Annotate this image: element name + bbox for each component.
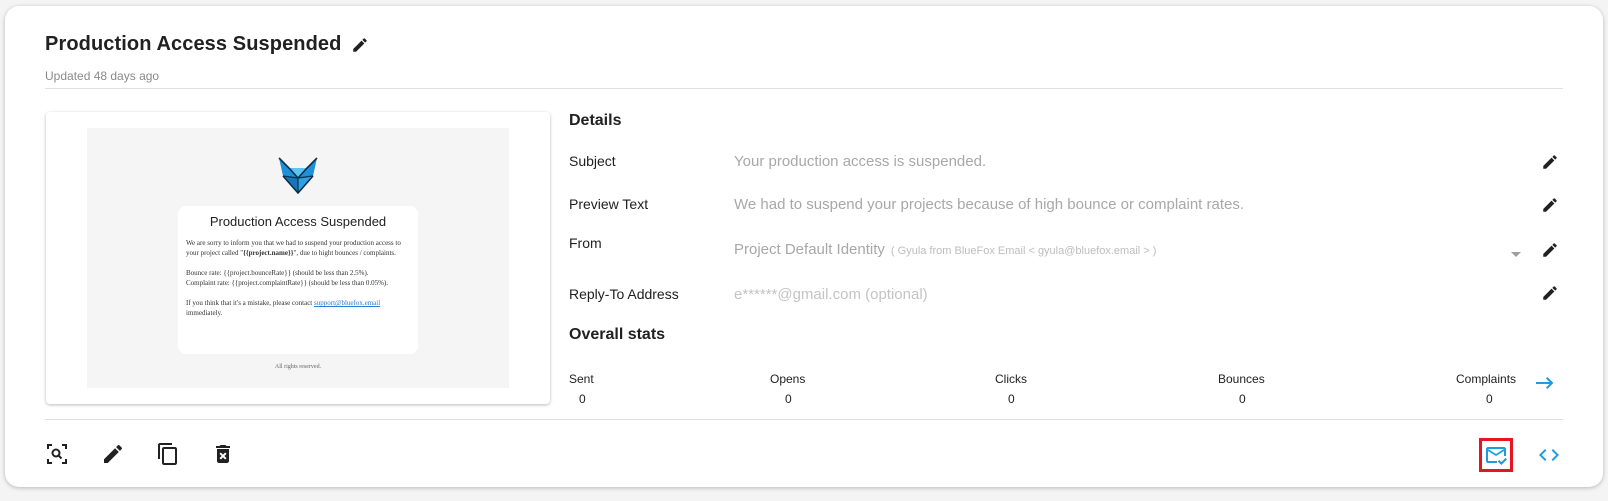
email-complaint-rate: Complaint rate: {{project.complaintRate}…	[186, 279, 389, 287]
edit-template-icon[interactable]	[101, 442, 125, 466]
stat-clicks-value: 0	[1008, 392, 1015, 406]
subject-label: Subject	[569, 153, 616, 169]
reply-to-input[interactable]: e******@gmail.com (optional)	[734, 286, 928, 303]
pencil-icon[interactable]	[351, 36, 369, 54]
stats-heading: Overall stats	[569, 326, 666, 343]
email-project-name: {{project.name}}	[243, 249, 294, 257]
preview-text-value[interactable]: We had to suspend your projects because …	[734, 196, 1244, 213]
stat-clicks-label: Clicks	[995, 372, 1027, 386]
mail-check-icon	[1486, 447, 1507, 465]
send-test-email-button[interactable]	[1479, 438, 1513, 472]
email-preview: Production Access Suspended We are sorry…	[87, 128, 509, 388]
divider	[45, 419, 1563, 420]
code-icon[interactable]	[1537, 443, 1561, 467]
email-content-box: Production Access Suspended We are sorry…	[178, 206, 418, 354]
edit-reply-to-icon[interactable]	[1541, 284, 1559, 302]
zoom-preview-icon[interactable]	[45, 442, 69, 466]
copy-icon[interactable]	[156, 442, 180, 466]
stat-bounces-label: Bounces	[1218, 372, 1265, 386]
email-paragraph: We are sorry to inform you that we had t…	[186, 238, 412, 258]
stat-sent-label: Sent	[569, 372, 594, 386]
edit-from-icon[interactable]	[1541, 241, 1559, 259]
from-select[interactable]: Project Default Identity ( Gyula from Blu…	[734, 241, 1156, 258]
email-support-link: support@bluefox.email	[314, 299, 381, 307]
email-body: We are sorry to inform you that we had t…	[186, 238, 412, 328]
subject-value[interactable]: Your production access is suspended.	[734, 153, 986, 170]
stat-opens-label: Opens	[770, 372, 806, 386]
email-text: If you think that it's a mistake, please…	[186, 299, 315, 307]
from-identity: ( Gyula from BlueFox Email < gyula@bluef…	[890, 245, 1157, 257]
email-footer: All rights reserved.	[274, 364, 322, 370]
stat-bounces-value: 0	[1239, 392, 1246, 406]
email-paragraph: Bounce rate: {{project.bounceRate}} (sho…	[186, 268, 412, 288]
page-title: Production Access Suspended	[45, 33, 342, 55]
email-preview-card[interactable]: Production Access Suspended We are sorry…	[46, 112, 550, 404]
stat-opens-value: 0	[785, 392, 792, 406]
updated-timestamp: Updated 48 days ago	[45, 69, 160, 83]
arrow-right-icon[interactable]	[1536, 377, 1554, 389]
reply-to-label: Reply-To Address	[569, 286, 679, 302]
email-title: Production Access Suspended	[209, 214, 387, 229]
email-paragraph: If you think that it's a mistake, please…	[186, 298, 412, 318]
from-value: Project Default Identity	[734, 241, 885, 258]
email-text: immediately.	[186, 309, 223, 317]
stat-complaints-value: 0	[1486, 392, 1493, 406]
email-text: ", due to hight bounces / complaints.	[293, 249, 396, 257]
email-bounce-rate: Bounce rate: {{project.bounceRate}} (sho…	[186, 269, 369, 277]
stat-complaints-label: Complaints	[1456, 372, 1517, 386]
edit-subject-icon[interactable]	[1541, 153, 1559, 171]
edit-preview-text-icon[interactable]	[1541, 196, 1559, 214]
title-row: Production Access Suspended	[45, 33, 369, 56]
divider	[45, 88, 1563, 89]
details-heading: Details	[569, 112, 622, 129]
from-label: From	[569, 235, 602, 251]
trash-icon[interactable]	[211, 442, 235, 466]
fox-logo-icon	[278, 157, 318, 194]
preview-text-label: Preview Text	[569, 196, 649, 212]
stat-sent-value: 0	[579, 392, 586, 406]
chevron-down-icon[interactable]	[1511, 252, 1521, 257]
